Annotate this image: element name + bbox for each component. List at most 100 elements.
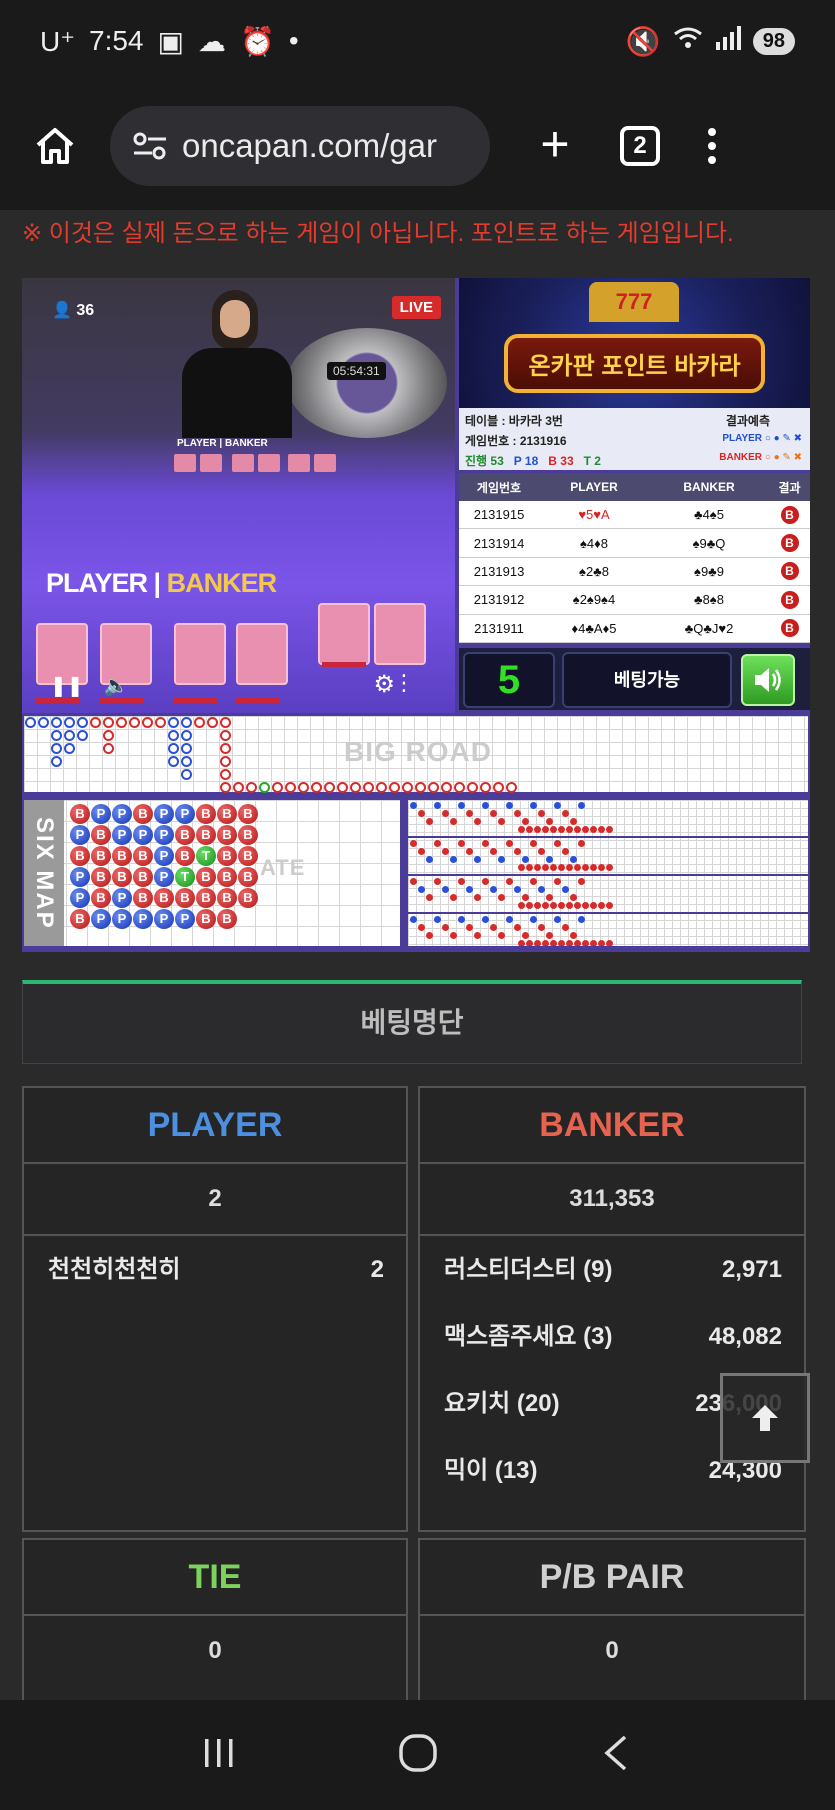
- site-settings-icon[interactable]: [132, 131, 168, 161]
- derived-road-mark: [534, 902, 541, 909]
- derived-road-mark: [578, 878, 585, 885]
- six-map-ball: B: [196, 909, 216, 929]
- six-map-ball: B: [217, 867, 237, 887]
- mute-icon: 🔇: [625, 25, 661, 57]
- six-map-label: SIX MAP: [24, 800, 64, 946]
- big-road-mark: [51, 743, 62, 754]
- pause-icon[interactable]: ❚❚: [50, 673, 84, 698]
- derived-road-mark: [442, 886, 449, 893]
- big-road-mark: [233, 782, 244, 793]
- url-text: oncapan.com/gar: [182, 127, 437, 164]
- big-road-mark: [103, 730, 114, 741]
- back-button[interactable]: [597, 1733, 637, 1778]
- sound-toggle-button[interactable]: [741, 654, 795, 706]
- game-number: 게임번호 : 2131916: [465, 434, 567, 448]
- prediction-player[interactable]: PLAYER ○ ● ✎ ✖: [722, 433, 802, 444]
- derived-road-mark: [426, 818, 433, 825]
- derived-road-mark: [558, 864, 565, 871]
- derived-road-mark: [514, 886, 521, 893]
- six-map-ball: B: [133, 888, 153, 908]
- address-bar[interactable]: oncapan.com/gar: [110, 106, 490, 186]
- derived-road-mark: [474, 932, 481, 939]
- live-video[interactable]: 👤 36 LIVE 05:54:31 PLAYER | BANKER PLAYE…: [22, 278, 455, 713]
- big-road-mark: [168, 730, 179, 741]
- player-card: [236, 623, 288, 685]
- six-map-ball: B: [196, 888, 216, 908]
- volume-mute-icon[interactable]: 🔈: [104, 673, 129, 698]
- big-road-mark: [350, 782, 361, 793]
- six-map-ball: B: [91, 888, 111, 908]
- derived-road-mark: [598, 940, 605, 946]
- six-map-ball: B: [91, 846, 111, 866]
- six-map-ball: P: [112, 909, 132, 929]
- derived-road-mark: [558, 826, 565, 833]
- clock: 7:54: [89, 25, 144, 56]
- banker-title: BANKER: [420, 1088, 804, 1164]
- table-row: 2131914 ♠4♦8 ♠9♣Q B: [459, 529, 810, 558]
- derived-road-mark: [522, 856, 529, 863]
- table-label: PLAYER | BANKER: [177, 438, 268, 449]
- new-tab-button[interactable]: +: [530, 119, 580, 171]
- home-nav-button[interactable]: [396, 1731, 440, 1780]
- derived-road-mark: [534, 826, 541, 833]
- derived-road-mark: [526, 864, 533, 871]
- derived-road-mark: [466, 924, 473, 931]
- derived-road-mark: [434, 916, 441, 923]
- derived-road-mark: [434, 840, 441, 847]
- table-name: 테이블 : 바카라 3번: [465, 414, 563, 428]
- big-road-mark: [493, 782, 504, 793]
- derived-road-mark: [498, 932, 505, 939]
- scroll-to-top-button[interactable]: [720, 1373, 810, 1463]
- derived-road-mark: [574, 826, 581, 833]
- tab-switcher-button[interactable]: 2: [620, 126, 660, 166]
- big-road-mark: [220, 743, 231, 754]
- derived-road-mark: [506, 878, 513, 885]
- derived-road-mark: [530, 916, 537, 923]
- more-options-icon[interactable]: ⋮: [393, 670, 415, 696]
- big-road-mark: [155, 717, 166, 728]
- table-row: 2131911 ♦4♣A♦5 ♣Q♣J♥2 B: [459, 615, 810, 643]
- derived-road-mark: [538, 810, 545, 817]
- browser-menu-button[interactable]: [704, 128, 720, 164]
- six-map-ball: B: [238, 825, 258, 845]
- six-map-ball: B: [112, 867, 132, 887]
- big-road-mark: [324, 782, 335, 793]
- settings-icon[interactable]: ⚙: [373, 670, 395, 699]
- bet-status-bar: 5 베팅가능: [459, 648, 810, 710]
- six-map-ball: B: [70, 804, 90, 824]
- cloud-icon: ☁: [197, 25, 226, 57]
- derived-road-mark: [554, 916, 561, 923]
- bet-entry: 맥스좀주세요 (3) 48,082: [444, 1323, 782, 1350]
- derived-road-mark: [534, 864, 541, 871]
- viewer-count: 👤 36: [52, 302, 95, 319]
- derived-road-mark: [598, 902, 605, 909]
- six-map-ball: B: [70, 846, 90, 866]
- notice-text: ※ 이것은 실제 돈으로 하는 게임이 아닙니다. 포인트로 하는 게임입니다.: [22, 220, 734, 247]
- derived-road-mark: [590, 940, 597, 946]
- six-map-ball: P: [154, 846, 174, 866]
- big-road: BIG ROAD: [22, 714, 810, 794]
- game-logo: 777 온카판 포인트 바카라: [459, 278, 810, 408]
- six-map-ball: B: [217, 804, 237, 824]
- big-road-mark: [272, 782, 283, 793]
- big-road-mark: [376, 782, 387, 793]
- derived-road-mark: [474, 856, 481, 863]
- home-button[interactable]: [30, 121, 80, 171]
- derived-road-mark: [558, 940, 565, 946]
- six-map-ball: B: [217, 846, 237, 866]
- big-road-mark: [90, 717, 101, 728]
- betting-list-title: 베팅명단: [22, 980, 802, 1064]
- derived-road-mark: [482, 878, 489, 885]
- big-road-mark: [259, 782, 270, 793]
- big-road-mark: [181, 769, 192, 780]
- derived-road-mark: [526, 826, 533, 833]
- countdown: 5: [463, 652, 555, 708]
- system-nav-bar: [0, 1700, 835, 1810]
- derived-road-mark: [578, 840, 585, 847]
- prediction-banker[interactable]: BANKER ○ ● ✎ ✖: [719, 452, 802, 463]
- derived-road-mark: [426, 894, 433, 901]
- wifi-icon: [673, 25, 703, 57]
- recent-apps-button[interactable]: [199, 1733, 239, 1778]
- six-map-ball: P: [133, 909, 153, 929]
- derived-road-mark: [578, 802, 585, 809]
